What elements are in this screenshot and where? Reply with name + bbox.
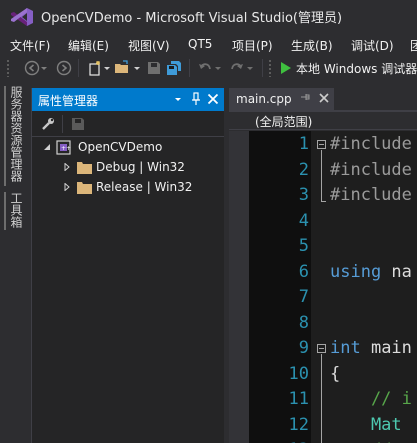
line-number: 7 [298,287,309,307]
toolbox-tab[interactable]: 工具箱 [8,192,25,228]
code-line: // i [330,389,412,409]
code-editor[interactable]: 1 2 3 4 5 6 7 8 9 10 11 12 13 #include #… [229,131,417,443]
line-number: 3 [298,185,309,205]
menu-team[interactable]: 团 [410,34,417,57]
project-icon: ++ [56,140,71,155]
collapse-toggle-icon[interactable] [317,140,326,149]
redo-icon[interactable] [229,60,245,76]
close-icon[interactable] [205,91,221,107]
line-number: 6 [298,262,309,282]
line-number: 11 [288,389,309,409]
forward-arrow-icon[interactable] [56,60,72,76]
outline-guide [321,150,322,201]
menu-bar: 文件(F) 编辑(E) 视图(V) QT5 项目(P) 生成(B) 调试(D) … [0,32,417,54]
line-number: 9 [298,338,309,358]
toolbar-separator [62,115,63,133]
side-tab-indicator [4,192,6,230]
title-bar: OpenCVDemo - Microsoft Visual Studio(管理员… [0,0,417,32]
open-folder-icon[interactable] [114,60,130,76]
start-debug-icon[interactable] [278,60,294,76]
new-project-icon[interactable] [87,60,103,76]
outline-guide-end [321,201,326,202]
close-icon[interactable] [318,91,330,105]
line-number: 12 [288,415,309,435]
menu-file[interactable]: 文件(F) [10,34,50,57]
menu-qt5[interactable]: QT5 [188,34,212,54]
server-explorer-tab[interactable]: 服务器资源管理器 [8,86,25,182]
toolbar-separator [189,59,190,77]
dropdown-icon[interactable] [170,91,186,107]
dropdown-icon[interactable] [40,60,48,76]
line-number: 5 [298,236,309,256]
side-tab-strip: 服务器资源管理器 工具箱 [0,82,30,443]
dropdown-icon[interactable] [246,60,254,76]
folder-icon [77,162,92,174]
dropdown-icon[interactable] [132,60,142,76]
dropdown-icon[interactable] [103,60,111,76]
panel-title: 属性管理器 [38,94,99,108]
navigation-bar: (全局范围) [229,112,417,130]
toolbar-grip[interactable] [268,59,272,77]
menu-view[interactable]: 视图(V) [128,34,170,57]
toolbar-separator [262,59,263,77]
code-line: #include [330,134,412,154]
expanded-arrow-icon[interactable] [43,143,51,151]
project-label: OpenCVDemo [78,140,163,154]
save-icon[interactable] [146,60,162,76]
scope-dropdown[interactable]: (全局范围) [255,113,312,130]
save-all-icon[interactable] [166,60,182,76]
start-debugger-button[interactable]: 本地 Windows 调试器 [296,60,417,77]
pin-icon[interactable] [188,91,204,107]
collapsed-arrow-icon[interactable] [63,163,71,171]
save-properties-icon[interactable] [70,116,86,132]
menu-project[interactable]: 项目(P) [232,34,273,57]
panel-toolbar [32,111,225,137]
code-line: int main [330,338,412,358]
collapse-toggle-icon[interactable] [317,344,326,353]
menu-build[interactable]: 生成(B) [291,34,333,57]
code-line: using na [330,262,412,282]
wrench-icon[interactable] [40,116,56,132]
folder-icon [77,182,92,194]
window-title: OpenCVDemo - Microsoft Visual Studio(管理员… [41,11,343,26]
dropdown-icon[interactable] [214,60,222,76]
code-line: #include [330,185,412,205]
config-label: Release | Win32 [96,180,193,194]
pin-icon[interactable] [300,92,310,104]
outline-guide [321,354,322,443]
line-number: 8 [298,313,309,333]
property-manager-panel: 属性管理器 ++ OpenCVDemo Debug | Win32 Releas… [31,88,225,443]
menu-edit[interactable]: 编辑(E) [68,34,109,57]
back-arrow-icon[interactable] [24,60,40,76]
panel-header: 属性管理器 [32,88,225,111]
line-number: 4 [298,211,309,231]
line-number: 10 [288,364,309,384]
side-tab-indicator [4,86,6,186]
line-number: 2 [298,160,309,180]
tab-main-cpp[interactable]: main.cpp [229,88,334,110]
document-tab-bar: main.cpp [229,88,417,112]
config-label: Debug | Win32 [96,160,185,174]
tab-label: main.cpp [236,92,292,106]
line-number: 1 [298,134,309,154]
toolbar-separator [78,59,79,77]
collapsed-arrow-icon[interactable] [63,183,71,191]
svg-text:++: ++ [61,145,71,152]
code-line: Mat [330,415,402,435]
indicator-margin [229,131,249,443]
menu-debug[interactable]: 调试(D) [351,34,394,57]
code-line: #include [330,160,412,180]
vs-logo-icon [11,8,33,26]
undo-icon[interactable] [197,60,213,76]
code-line: { [330,364,341,384]
toolbar-grip[interactable] [6,59,10,77]
tree-item-config[interactable]: Release | Win32 [32,178,225,197]
tree-item-project[interactable]: ++ OpenCVDemo [32,138,225,157]
tree-item-config[interactable]: Debug | Win32 [32,158,225,177]
